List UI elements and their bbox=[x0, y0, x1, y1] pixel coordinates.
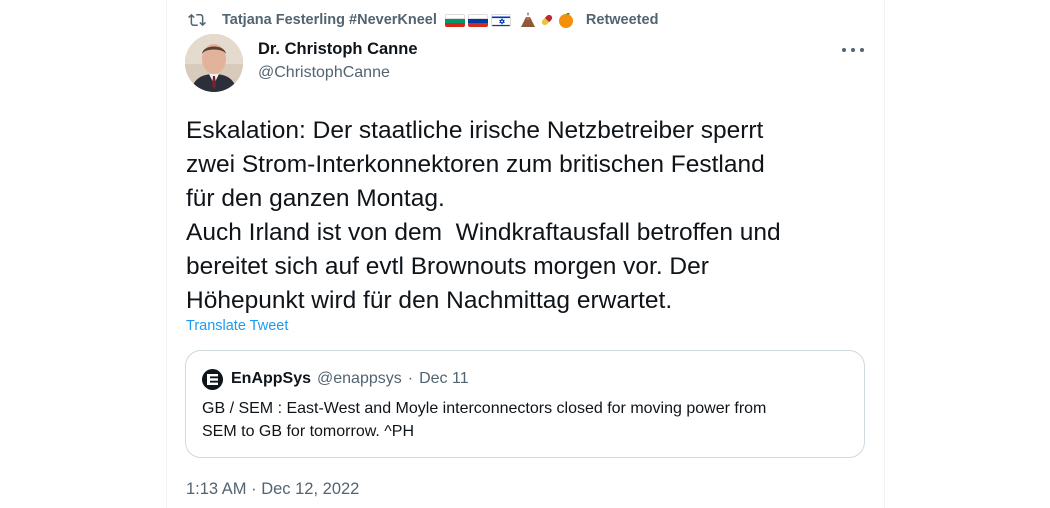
author-handle[interactable]: @ChristophCanne bbox=[258, 64, 390, 82]
retweet-context[interactable]: Tatjana Festerling #NeverKneel Retweeted bbox=[188, 9, 658, 31]
quote-tweet-text: GB / SEM : East-West and Moyle interconn… bbox=[202, 397, 852, 443]
quote-author-avatar bbox=[202, 368, 223, 390]
tweet-timestamp[interactable]: 1:13 AM · Dec 12, 2022 bbox=[186, 480, 359, 499]
tweet-text-line: zwei Strom-Interkonnektoren zum britisch… bbox=[186, 151, 765, 178]
quote-text-line: GB / SEM : East-West and Moyle interconn… bbox=[202, 400, 767, 417]
quote-author-name: EnAppSys bbox=[231, 370, 312, 387]
retweeter-emoji-group bbox=[444, 12, 574, 28]
retweet-icon bbox=[188, 13, 206, 27]
tweet-text-line: bereitet sich auf evtl Brownouts morgen … bbox=[186, 253, 709, 280]
quote-tweet-card[interactable]: EnAppSys @enappsys · Dec 11 GB / SEM : E… bbox=[185, 350, 865, 458]
bulgaria-flag-icon bbox=[444, 13, 465, 27]
tweet-text-line: Eskalation: Der staatliche irische Netzb… bbox=[186, 117, 764, 144]
tweet-text-line: für den ganzen Montag. bbox=[186, 185, 445, 212]
israel-flag-icon bbox=[490, 13, 511, 27]
author-name[interactable]: Dr. Christoph Canne bbox=[258, 40, 418, 59]
more-dot-icon bbox=[842, 48, 846, 52]
translate-tweet-link[interactable]: Translate Tweet bbox=[186, 318, 288, 334]
quote-author-handle: @enappsys bbox=[317, 370, 402, 387]
volcano-icon bbox=[520, 12, 535, 27]
enappsys-logo-icon bbox=[207, 373, 218, 385]
retweeted-label: Retweeted bbox=[585, 12, 659, 28]
more-dot-icon bbox=[851, 48, 855, 52]
quote-text-line: SEM to GB for tomorrow. ^PH bbox=[202, 423, 415, 440]
russia-flag-icon bbox=[467, 13, 488, 27]
more-dot-icon bbox=[860, 48, 864, 52]
pill-icon bbox=[541, 14, 553, 26]
author-avatar[interactable] bbox=[185, 34, 243, 92]
retweeter-name[interactable]: Tatjana Festerling #NeverKneel bbox=[222, 12, 437, 28]
quote-tweet-header: EnAppSys @enappsys · Dec 11 bbox=[202, 368, 469, 390]
quote-separator: · bbox=[407, 370, 414, 387]
tweet-text-line: Höhepunkt wird für den Nachmittag erwart… bbox=[186, 287, 673, 314]
tweet-text: Eskalation: Der staatliche irische Netzb… bbox=[186, 114, 876, 318]
quote-date: Dec 11 bbox=[419, 370, 469, 387]
more-options-button[interactable] bbox=[842, 44, 864, 56]
orange-icon bbox=[558, 12, 573, 28]
tweet-text-line: Auch Irland ist von dem Windkraftausfall… bbox=[186, 219, 781, 246]
